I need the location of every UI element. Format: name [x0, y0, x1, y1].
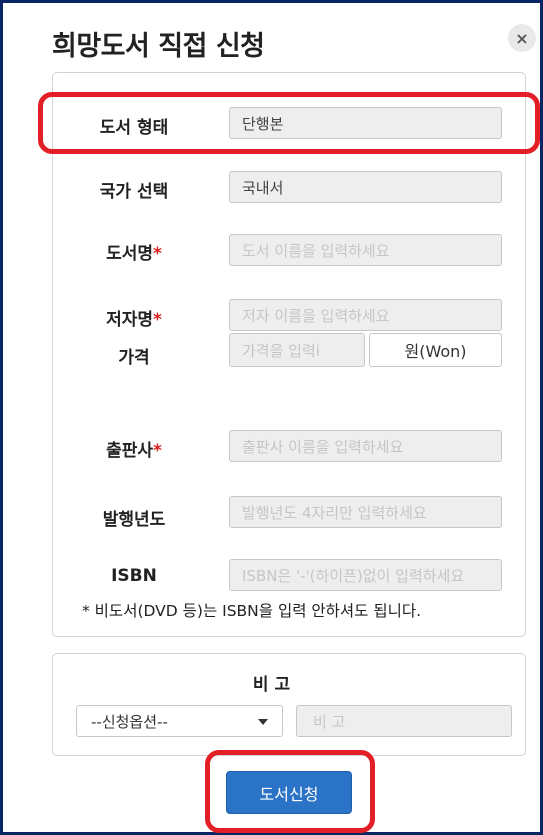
- close-icon[interactable]: ×: [508, 24, 536, 52]
- dialog-title: 희망도서 직접 신청: [52, 31, 265, 62]
- author-label: 저자명*: [106, 310, 162, 330]
- country-field[interactable]: 국내서: [229, 171, 502, 203]
- publisher-label: 출판사*: [106, 441, 162, 461]
- book-title-input[interactable]: 도서 이름을 입력하세요: [229, 234, 502, 266]
- isbn-label: ISBN: [111, 566, 157, 586]
- title-label: 도서명*: [106, 244, 162, 264]
- isbn-note: * 비도서(DVD 등)는 ISBN을 입력 안하셔도 됩니다.: [82, 602, 422, 620]
- request-option-select[interactable]: --신청옵션--: [76, 705, 283, 737]
- remarks-label: 비 고: [252, 675, 291, 695]
- remarks-input[interactable]: 비 고: [296, 705, 512, 737]
- currency-unit-label: 원(Won): [369, 333, 502, 367]
- request-option-value: --신청옵션--: [91, 712, 168, 731]
- country-label: 국가 선택: [99, 182, 169, 202]
- isbn-input[interactable]: ISBN은 '-'(하이픈)없이 입력하세요: [229, 559, 502, 591]
- publish-year-input[interactable]: 발행년도 4자리만 입력하세요: [229, 496, 502, 528]
- chevron-down-icon: [258, 719, 268, 725]
- price-input[interactable]: 가격을 입력i: [229, 333, 365, 367]
- publisher-input[interactable]: 출판사 이름을 입력하세요: [229, 430, 502, 462]
- highlight-book-type: [38, 92, 540, 154]
- highlight-submit: [205, 750, 375, 833]
- publish-year-label: 발행년도: [102, 510, 166, 530]
- author-input[interactable]: 저자 이름을 입력하세요: [229, 299, 502, 331]
- price-label: 가격: [118, 348, 150, 368]
